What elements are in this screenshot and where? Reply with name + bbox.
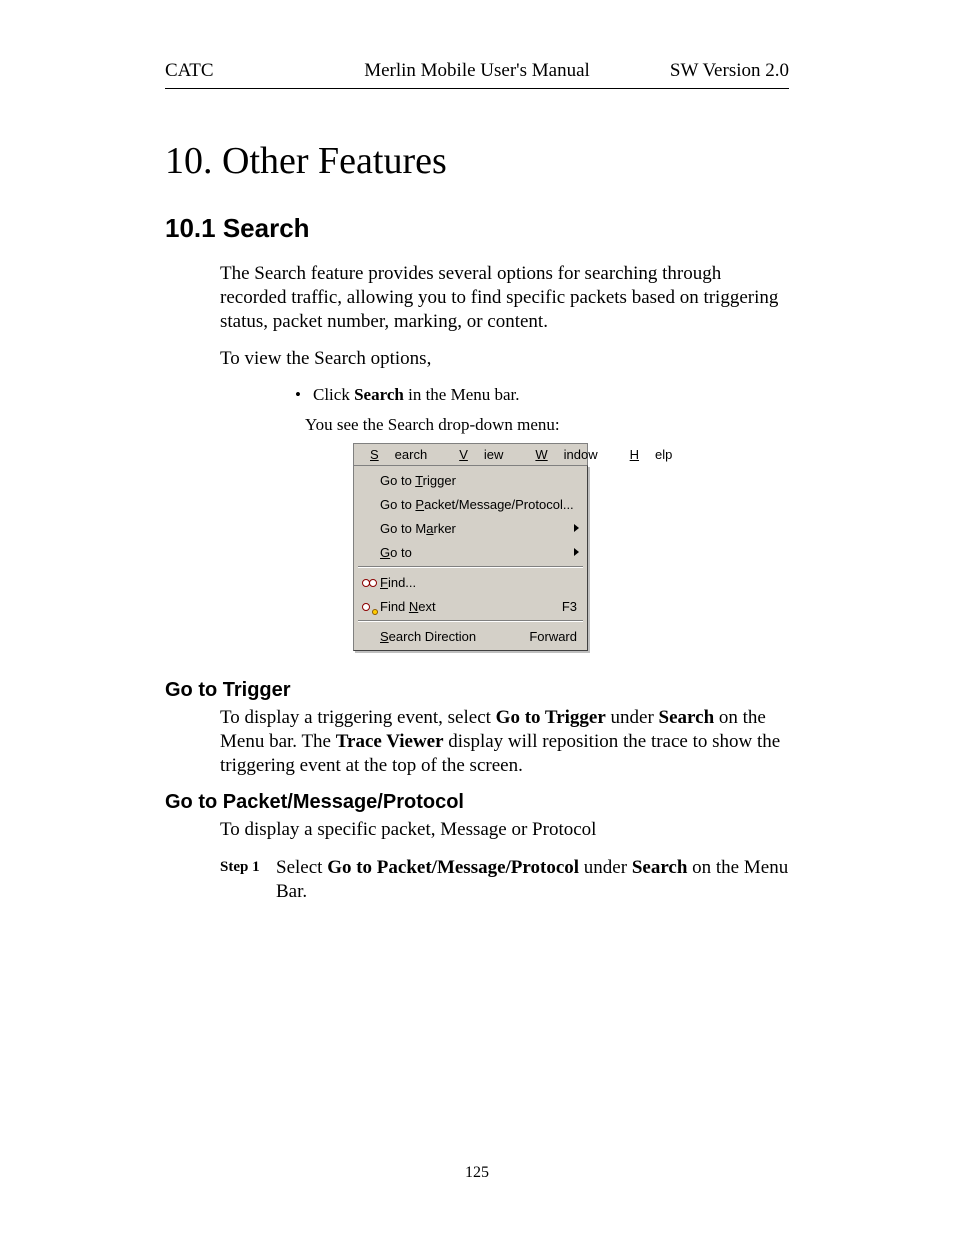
blank-icon (360, 496, 380, 512)
menu-item-go-to-marker[interactable]: Go to Marker (356, 516, 585, 540)
subheading-go-to-packet: Go to Packet/Message/Protocol (165, 791, 789, 814)
accelerator-key: F3 (562, 599, 577, 614)
menu-separator (358, 566, 583, 568)
go-to-trigger-paragraph: To display a triggering event, select Go… (220, 706, 789, 777)
bullet-click-search: • Click Search in the Menu bar. (295, 385, 789, 405)
menu-screenshot: Search View Window Help Go to Trigger Go… (353, 443, 789, 651)
menu-item-search-direction[interactable]: Search Direction Forward (356, 624, 585, 648)
menu-item-go-to-packet[interactable]: Go to Packet/Message/Protocol... (356, 492, 585, 516)
bullet-text: Click Search in the Menu bar. (313, 385, 520, 405)
blank-icon (360, 520, 380, 536)
header-left: CATC (165, 60, 321, 82)
menu-view[interactable]: View (443, 444, 519, 465)
blank-icon (360, 544, 380, 560)
binoculars-next-icon (360, 598, 380, 614)
menu-item-go-to[interactable]: Go to (356, 540, 585, 564)
step-label: Step 1 (220, 856, 276, 904)
menu-search[interactable]: Search (354, 444, 443, 465)
bullet-icon: • (295, 385, 313, 405)
header-center: Merlin Mobile User's Manual (321, 60, 633, 82)
view-options-line: To view the Search options, (220, 347, 789, 371)
blank-icon (360, 628, 380, 644)
page-number: 125 (165, 1164, 789, 1182)
direction-value: Forward (529, 629, 577, 644)
go-to-packet-intro: To display a specific packet, Message or… (220, 818, 789, 842)
intro-paragraph: The Search feature provides several opti… (220, 262, 789, 333)
binoculars-icon (360, 574, 380, 590)
submenu-arrow-icon (574, 524, 579, 532)
section-title: 10.1 Search (165, 213, 789, 244)
submenu-arrow-icon (574, 548, 579, 556)
menu-bar: Search View Window Help (353, 443, 588, 465)
subheading-go-to-trigger: Go to Trigger (165, 679, 789, 702)
header-right: SW Version 2.0 (633, 60, 789, 82)
menu-separator (358, 620, 583, 622)
menu-help[interactable]: Help (614, 444, 689, 465)
menu-item-go-to-trigger[interactable]: Go to Trigger (356, 468, 585, 492)
menu-window[interactable]: Window (519, 444, 613, 465)
search-dropdown: Go to Trigger Go to Packet/Message/Proto… (353, 465, 588, 651)
chapter-title: 10. Other Features (165, 139, 789, 183)
blank-icon (360, 472, 380, 488)
dropdown-caption: You see the Search drop-down menu: (305, 415, 789, 435)
menu-item-find-next[interactable]: Find Next F3 (356, 594, 585, 618)
header-rule (165, 88, 789, 89)
step-text: Select Go to Packet/Message/Protocol und… (276, 856, 789, 904)
step-1-row: Step 1 Select Go to Packet/Message/Proto… (220, 856, 789, 904)
menu-item-find[interactable]: Find... (356, 570, 585, 594)
page-header: CATC Merlin Mobile User's Manual SW Vers… (165, 60, 789, 82)
